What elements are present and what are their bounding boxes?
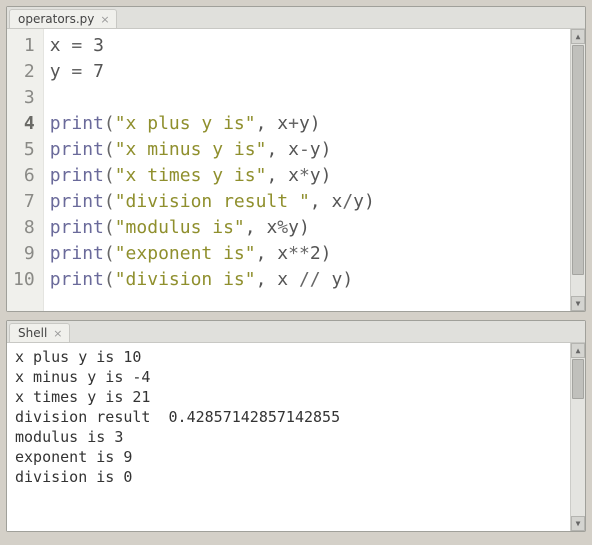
- line-number: 10: [13, 267, 35, 293]
- editor-vertical-scrollbar[interactable]: ▲ ▼: [570, 29, 585, 311]
- line-number-gutter: 12345678910: [7, 29, 44, 311]
- code-line: print("modulus is", x%y): [50, 215, 564, 241]
- shell-content: x plus y is 10 x minus y is -4 x times y…: [7, 343, 585, 531]
- code-line: print("x times y is", x*y): [50, 163, 564, 189]
- close-icon[interactable]: ×: [100, 14, 109, 25]
- code-line: print("division is", x // y): [50, 267, 564, 293]
- editor-tab-label: operators.py: [18, 12, 94, 26]
- shell-vertical-scrollbar[interactable]: ▲ ▼: [570, 343, 585, 531]
- code-line: print("exponent is", x**2): [50, 241, 564, 267]
- code-line: print("x plus y is", x+y): [50, 111, 564, 137]
- shell-tab[interactable]: Shell ×: [9, 323, 70, 342]
- editor-tab-operators[interactable]: operators.py ×: [9, 9, 117, 28]
- editor-pane: operators.py × 12345678910 x = 3y = 7 pr…: [6, 6, 586, 312]
- shell-output[interactable]: x plus y is 10 x minus y is -4 x times y…: [7, 343, 570, 531]
- code-line: [50, 85, 564, 111]
- shell-tab-label: Shell: [18, 326, 47, 340]
- line-number: 1: [13, 33, 35, 59]
- line-number: 8: [13, 215, 35, 241]
- editor-tabbar: operators.py ×: [7, 7, 585, 29]
- code-area[interactable]: x = 3y = 7 print("x plus y is", x+y)prin…: [44, 29, 570, 311]
- line-number: 9: [13, 241, 35, 267]
- code-line: x = 3: [50, 33, 564, 59]
- line-number: 2: [13, 59, 35, 85]
- scroll-up-icon[interactable]: ▲: [571, 29, 585, 44]
- code-line: y = 7: [50, 59, 564, 85]
- line-number: 4: [13, 111, 35, 137]
- line-number: 3: [13, 85, 35, 111]
- scroll-down-icon[interactable]: ▼: [571, 296, 585, 311]
- line-number: 7: [13, 189, 35, 215]
- shell-pane: Shell × x plus y is 10 x minus y is -4 x…: [6, 320, 586, 532]
- line-number: 5: [13, 137, 35, 163]
- scroll-down-icon[interactable]: ▼: [571, 516, 585, 531]
- shell-tabbar: Shell ×: [7, 321, 585, 343]
- scroll-thumb[interactable]: [572, 45, 584, 275]
- scroll-up-icon[interactable]: ▲: [571, 343, 585, 358]
- code-line: print("x minus y is", x-y): [50, 137, 564, 163]
- editor-content: 12345678910 x = 3y = 7 print("x plus y i…: [7, 29, 585, 311]
- scroll-thumb[interactable]: [572, 359, 584, 399]
- line-number: 6: [13, 163, 35, 189]
- close-icon[interactable]: ×: [53, 328, 62, 339]
- code-line: print("division result ", x/y): [50, 189, 564, 215]
